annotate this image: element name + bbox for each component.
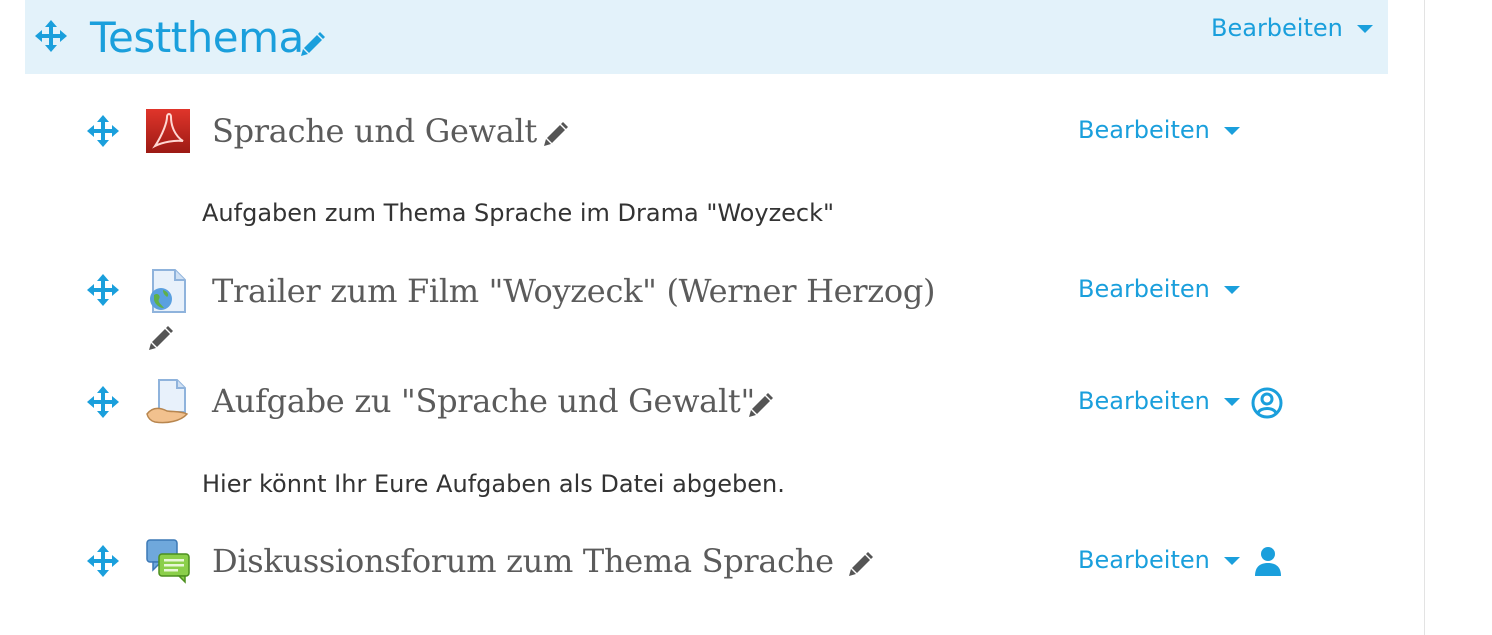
edit-label: Bearbeiten	[1078, 546, 1210, 574]
caret-down-icon	[1223, 398, 1240, 406]
forum-icon	[146, 539, 190, 584]
pencil-icon[interactable]	[148, 325, 174, 351]
move-icon[interactable]	[87, 545, 119, 577]
assignment-icon	[146, 379, 189, 424]
section-title[interactable]: Testthema	[90, 12, 304, 64]
activity-description: Hier könnt Ihr Eure Aufgaben als Datei a…	[202, 470, 785, 498]
pencil-icon[interactable]	[543, 121, 569, 147]
edit-label: Bearbeiten	[1211, 14, 1343, 42]
activity-description: Aufgaben zum Thema Sprache im Drama "Woy…	[202, 199, 835, 227]
move-icon[interactable]	[35, 20, 67, 52]
edit-label: Bearbeiten	[1078, 116, 1210, 144]
activity-title[interactable]: Sprache und Gewalt	[212, 112, 537, 150]
caret-down-icon	[1223, 127, 1240, 135]
caret-down-icon	[1356, 25, 1373, 33]
pdf-icon	[146, 109, 190, 153]
edit-label: Bearbeiten	[1078, 275, 1210, 303]
move-icon[interactable]	[87, 115, 119, 147]
user-icon[interactable]	[1251, 545, 1285, 579]
pencil-icon[interactable]	[848, 551, 874, 577]
edit-label: Bearbeiten	[1078, 387, 1210, 415]
activity-edit-menu[interactable]: Bearbeiten	[1078, 275, 1240, 303]
activity-title[interactable]: Diskussionsforum zum Thema Sprache	[212, 542, 834, 580]
user-circle-icon[interactable]	[1250, 386, 1284, 420]
activity-title[interactable]: Trailer zum Film "Woyzeck" (Werner Herzo…	[212, 272, 936, 310]
caret-down-icon	[1223, 557, 1240, 565]
move-icon[interactable]	[87, 386, 119, 418]
url-globe-icon	[150, 269, 186, 313]
activity-title[interactable]: Aufgabe zu "Sprache und Gewalt"	[212, 382, 755, 420]
activity-edit-menu[interactable]: Bearbeiten	[1078, 546, 1240, 574]
caret-down-icon	[1223, 286, 1240, 294]
pencil-icon[interactable]	[748, 392, 774, 418]
move-icon[interactable]	[87, 274, 119, 306]
activity-edit-menu[interactable]: Bearbeiten	[1078, 116, 1240, 144]
page-border	[1424, 0, 1425, 635]
pencil-icon[interactable]	[300, 31, 326, 57]
activity-edit-menu[interactable]: Bearbeiten	[1078, 387, 1240, 415]
section-edit-menu[interactable]: Bearbeiten	[1211, 14, 1373, 42]
